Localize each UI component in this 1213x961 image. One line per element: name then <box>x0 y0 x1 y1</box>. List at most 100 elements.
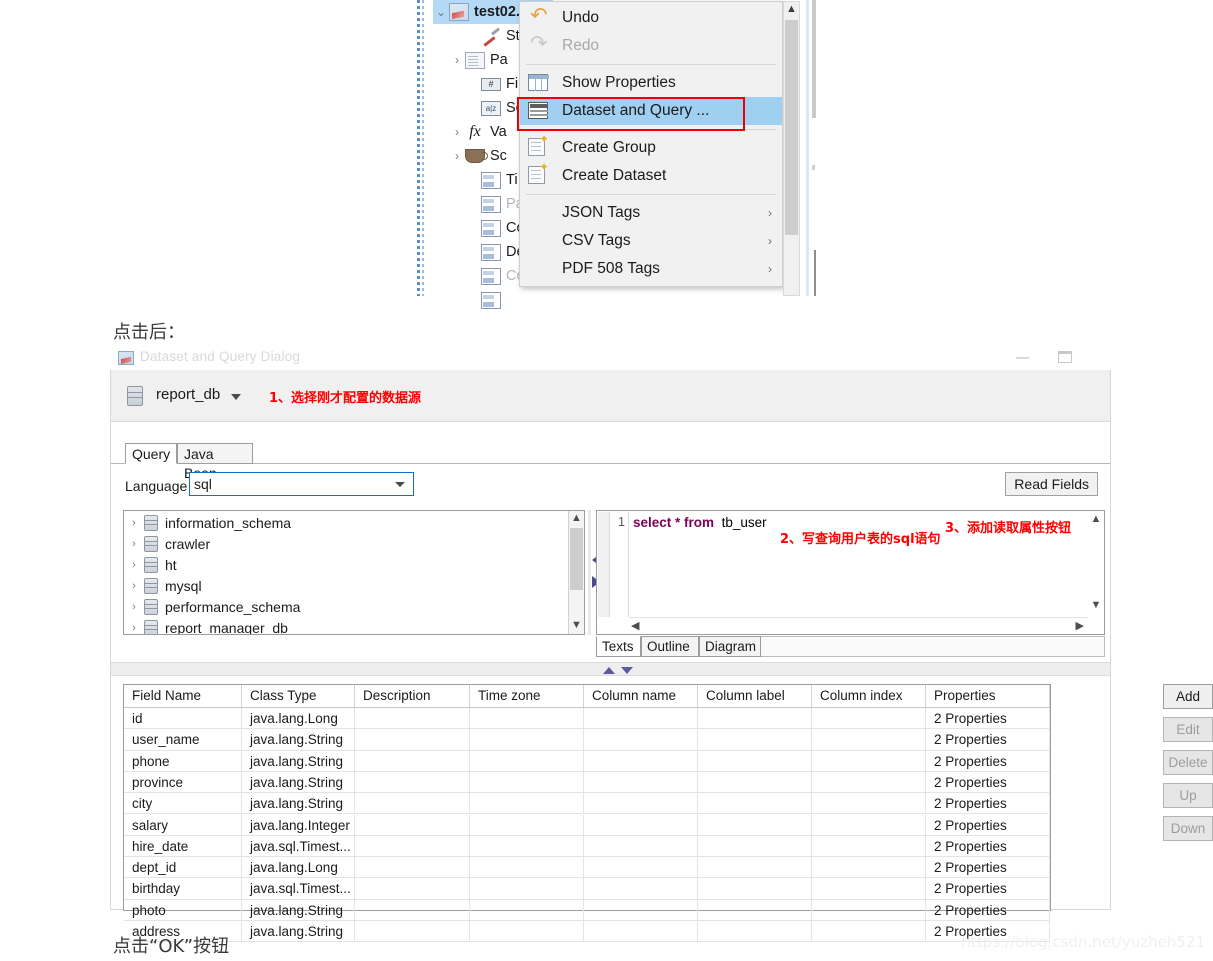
scroll-up-icon[interactable]: ▲ <box>569 511 584 527</box>
column-header-field-name[interactable]: Field Name <box>124 685 242 707</box>
tree-item-7[interactable]: Pa <box>465 192 524 216</box>
sql-code-line[interactable]: select * from tb_user <box>633 515 767 530</box>
scroll-right-icon[interactable]: ▶ <box>1076 619 1084 632</box>
twisty-icon[interactable]: › <box>449 125 465 139</box>
cell-properties[interactable]: 2 Properties <box>926 793 1050 815</box>
tree-item-6[interactable]: Ti <box>465 168 518 192</box>
tree-item-0[interactable]: St <box>465 24 520 48</box>
schema-scrollbar[interactable]: ▲ ▼ <box>568 511 584 634</box>
schema-row-1[interactable]: › crawler <box>124 533 210 554</box>
menu-item-pdf-508-tags[interactable]: PDF 508 Tags › <box>520 255 782 283</box>
cell-properties[interactable]: 2 Properties <box>926 835 1050 857</box>
datasource-name[interactable]: report_db <box>156 386 220 403</box>
scrollbar-thumb[interactable] <box>570 528 583 590</box>
table-row[interactable]: birthday java.sql.Timest... 2 Properties <box>124 878 1050 900</box>
menu-item-create-dataset[interactable]: Create Dataset <box>520 160 782 190</box>
splitter-up-icon[interactable] <box>603 667 615 674</box>
maximize-icon[interactable] <box>1058 351 1072 363</box>
chevron-right-icon[interactable]: › <box>124 580 144 592</box>
cell-properties[interactable]: 2 Properties <box>926 857 1050 879</box>
chevron-right-icon[interactable]: › <box>124 622 144 634</box>
table-row[interactable]: photo java.lang.String 2 Properties <box>124 899 1050 921</box>
table-row[interactable]: province java.lang.String 2 Properties <box>124 771 1050 794</box>
schema-row-3[interactable]: › mysql <box>124 575 202 596</box>
tree-item-1[interactable]: › Pa <box>449 48 508 72</box>
menu-item-redo[interactable]: Redo <box>520 31 782 60</box>
tab-texts[interactable]: Texts <box>596 636 641 657</box>
minimize-icon[interactable] <box>1016 357 1029 359</box>
chevron-down-icon[interactable] <box>231 394 241 400</box>
tab-diagram[interactable]: Diagram <box>699 636 761 657</box>
scroll-down-icon[interactable]: ▼ <box>1089 599 1103 614</box>
column-header-class-type[interactable]: Class Type <box>242 685 355 707</box>
table-row[interactable]: hire_date java.sql.Timest... 2 Propertie… <box>124 835 1050 858</box>
column-header-properties[interactable]: Properties <box>926 685 1050 707</box>
chevron-right-icon[interactable]: › <box>124 517 144 529</box>
schema-row-2[interactable]: › ht <box>124 554 177 575</box>
edit-button[interactable]: Edit <box>1163 717 1213 742</box>
cell-properties[interactable]: 2 Properties <box>926 899 1050 921</box>
tree-item-10[interactable]: Co <box>465 264 525 288</box>
column-header-column-label[interactable]: Column label <box>698 685 812 707</box>
column-header-description[interactable]: Description <box>355 685 470 707</box>
cell-properties[interactable]: 2 Properties <box>926 814 1050 836</box>
fields-table[interactable]: Field Name Class Type Description Time z… <box>123 684 1051 943</box>
tree-item-8[interactable]: Co <box>465 216 525 240</box>
table-row[interactable]: dept_id java.lang.Long 2 Properties <box>124 857 1050 879</box>
column-header-time-zone[interactable]: Time zone <box>470 685 584 707</box>
read-fields-button[interactable]: Read Fields <box>1005 472 1098 496</box>
twisty-icon[interactable]: › <box>449 53 465 67</box>
scroll-up-icon[interactable]: ▲ <box>784 2 799 19</box>
vertical-splitter[interactable] <box>111 662 1110 676</box>
tab-outline[interactable]: Outline <box>641 636 699 657</box>
chevron-right-icon[interactable]: › <box>124 601 144 613</box>
cell-properties[interactable]: 2 Properties <box>926 750 1050 772</box>
table-row[interactable]: user_name java.lang.String 2 Properties <box>124 729 1050 751</box>
table-row[interactable]: address java.lang.String 2 Properties <box>124 921 1050 943</box>
cell-properties[interactable]: 2 Properties <box>926 708 1050 729</box>
schema-row-5[interactable]: › report_manager_db <box>124 617 288 634</box>
tree-item-3[interactable]: a|z Sc <box>465 96 523 120</box>
add-button[interactable]: Add <box>1163 684 1213 709</box>
schema-tree-panel[interactable]: › information_schema › crawler › ht › my… <box>123 510 585 635</box>
scrollbar-thumb[interactable] <box>785 20 798 235</box>
scroll-left-icon[interactable]: ◀ <box>631 619 639 632</box>
down-button[interactable]: Down <box>1163 816 1213 841</box>
up-button[interactable]: Up <box>1163 783 1213 808</box>
schema-row-4[interactable]: › performance_schema <box>124 596 300 617</box>
language-select[interactable]: sql <box>189 472 414 496</box>
sql-horizontal-scrollbar[interactable]: ◀ ▶ <box>629 617 1088 634</box>
schema-row-0[interactable]: › information_schema <box>124 512 291 533</box>
column-header-column-name[interactable]: Column name <box>584 685 698 707</box>
chevron-right-icon[interactable]: › <box>124 538 144 550</box>
menu-item-csv-tags[interactable]: CSV Tags › <box>520 227 782 255</box>
menu-item-show-properties[interactable]: Show Properties <box>520 69 782 97</box>
table-row[interactable]: id java.lang.Long 2 Properties <box>124 708 1050 730</box>
table-row[interactable]: phone java.lang.String 2 Properties <box>124 750 1050 772</box>
expand-chevron-icon[interactable]: ⌄ <box>433 5 449 19</box>
menu-item-json-tags[interactable]: JSON Tags › <box>520 199 782 227</box>
menu-item-undo[interactable]: Undo <box>520 3 782 32</box>
tree-item-9[interactable]: De <box>465 240 525 264</box>
sql-editor-panel[interactable]: 1 select * from tb_user 2、写查询用户表的sql语句 3… <box>596 510 1105 635</box>
column-header-column-index[interactable]: Column index <box>812 685 926 707</box>
tab-query[interactable]: Query <box>125 443 177 464</box>
twisty-icon[interactable]: › <box>449 149 465 163</box>
scroll-up-icon[interactable]: ▲ <box>1089 513 1103 528</box>
cell-properties[interactable]: 2 Properties <box>926 878 1050 900</box>
table-row[interactable]: city java.lang.String 2 Properties <box>124 793 1050 815</box>
splitter-down-icon[interactable] <box>621 667 633 674</box>
cell-properties[interactable]: 2 Properties <box>926 771 1050 793</box>
cell-properties[interactable]: 2 Properties <box>926 729 1050 751</box>
context-menu[interactable]: Undo Redo Show Properties Dataset and Qu… <box>519 1 783 287</box>
delete-button[interactable]: Delete <box>1163 750 1213 775</box>
menu-item-create-group[interactable]: Create Group <box>520 132 782 162</box>
tree-scrollbar[interactable]: ▲ <box>783 1 800 296</box>
tree-item-2[interactable]: # Fi <box>465 72 518 96</box>
chevron-down-icon[interactable] <box>395 482 405 487</box>
tab-java-bean[interactable]: Java Bean <box>177 443 253 481</box>
chevron-right-icon[interactable]: › <box>124 559 144 571</box>
tree-item-5[interactable]: › Sc <box>449 144 507 168</box>
tree-item-11[interactable] <box>465 288 506 312</box>
sql-vertical-scrollbar[interactable]: ▲ ▼ <box>1088 511 1104 617</box>
